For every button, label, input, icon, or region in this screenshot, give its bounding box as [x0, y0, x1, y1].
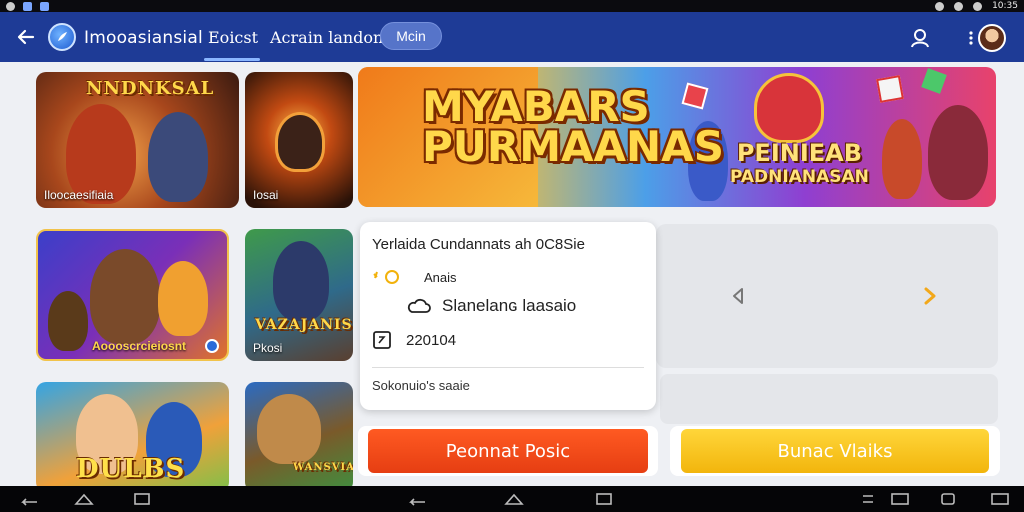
system-nav-bar	[0, 486, 1024, 512]
decor-cube-icon	[876, 75, 904, 103]
badge-icon	[205, 339, 219, 353]
panel-strip	[660, 374, 998, 424]
tab-acrain-landon[interactable]: Acrain landon	[270, 28, 383, 47]
game-tile[interactable]: NNDNKSAL Iloocaesifiaia	[36, 72, 239, 208]
banner-subtitle-line2: PADNIANASAN	[730, 167, 869, 187]
app-logo-icon	[48, 23, 76, 51]
character-figure	[257, 394, 321, 464]
game-logo: VAZAJANIS	[255, 317, 353, 333]
decor-cube-icon	[921, 68, 947, 94]
character-figure	[754, 73, 824, 143]
keyboard-icon[interactable]	[988, 490, 1012, 508]
promo-banner[interactable]: MYABARS PURMAANAS PEINIEAB PADNIANASAN	[358, 67, 996, 207]
character-figure	[158, 261, 208, 336]
game-tile[interactable]: WANSVIANA	[245, 382, 353, 486]
character-figure	[90, 249, 160, 344]
info-card-footer: Sokonuio's saaie	[372, 378, 470, 393]
secondary-action-button[interactable]: Bunac Vlaiks	[670, 426, 1000, 476]
info-row-status-label: Anais	[424, 269, 457, 285]
character-figure	[928, 105, 988, 200]
screen-icon[interactable]	[888, 490, 912, 508]
nav-recents-button[interactable]	[130, 490, 154, 508]
mask-figure	[275, 112, 325, 172]
nav-home-button[interactable]	[72, 490, 96, 508]
info-card-title: Yerlaida Cundannats ah 0C8Sie	[372, 236, 585, 253]
home-icon	[504, 493, 524, 505]
notification-icon	[6, 1, 15, 11]
chevron-right-icon	[924, 287, 936, 305]
app-title: Imooasiansial	[84, 28, 203, 48]
back-icon	[409, 498, 425, 506]
game-tile[interactable]: Aoooscrcieiosnt	[36, 229, 229, 361]
recents-icon	[134, 493, 150, 505]
carousel-next-button[interactable]	[918, 282, 942, 310]
battery-icon	[973, 1, 983, 11]
character-figure	[48, 291, 88, 351]
nav-back-button[interactable]	[404, 490, 428, 508]
recents-icon	[596, 493, 612, 505]
primary-action-label: Peonnat Posic	[368, 429, 648, 473]
tile-label: Iloocaesifiaia	[44, 188, 114, 202]
info-row-weather-label: Slanelanɢ laasaio	[442, 296, 577, 315]
main-content: NNDNKSAL Iloocaesifiaia Iosai Aoooscrcie…	[0, 62, 1024, 486]
banner-subtitle: PEINIEAB PADNIANASAN	[730, 141, 869, 189]
primary-action-button[interactable]: Peonnat Posic	[358, 426, 658, 476]
rotate-icon[interactable]	[936, 490, 960, 508]
mcin-button[interactable]: Mcin	[380, 22, 442, 50]
back-button[interactable]	[12, 23, 40, 51]
app-bar: Imooasiansial Eoicst Acrain landon Mcin	[0, 12, 1024, 62]
cloud-icon	[407, 298, 431, 313]
game-tile[interactable]: Iosai	[245, 72, 353, 208]
status-bar: 10:35	[0, 0, 1024, 12]
nav-back-button[interactable]	[16, 490, 40, 508]
secondary-action-label: Bunac Vlaiks	[681, 429, 989, 473]
back-icon	[21, 498, 37, 506]
info-card: Yerlaida Cundannats ah 0C8Sie Anais Slan…	[360, 222, 656, 410]
more-options-button[interactable]	[966, 24, 976, 52]
tab-eoicst[interactable]: Eoicst	[208, 28, 258, 47]
game-logo: NNDNKSAL	[86, 78, 215, 99]
tile-label: Pkosi	[253, 341, 283, 355]
character-figure	[273, 241, 329, 321]
home-icon	[74, 493, 94, 505]
tile-label: Iosai	[253, 188, 279, 202]
app-icon	[23, 1, 32, 11]
signal-icon	[935, 1, 945, 11]
calendar-icon	[373, 331, 391, 349]
game-logo: DULBS	[76, 454, 186, 484]
chevron-left-icon	[733, 288, 743, 304]
info-row-weather: Slanelanɢ laasaio	[406, 296, 576, 316]
app-icon	[40, 1, 49, 11]
menu-icon[interactable]	[856, 490, 880, 508]
info-row-date-label: 220104	[406, 331, 457, 349]
carousel-prev-button[interactable]	[726, 282, 750, 310]
info-row-status: Anais	[372, 268, 457, 286]
nav-home-button[interactable]	[502, 490, 526, 508]
wifi-icon	[954, 1, 964, 11]
banner-title: MYABARS PURMAANAS	[422, 82, 724, 171]
avatar[interactable]	[978, 24, 1006, 52]
action-buttons: Peonnat Posic Bunac Vlaiks	[358, 420, 1000, 486]
game-tile[interactable]: DULBS	[36, 382, 229, 486]
sparkle-refresh-icon	[373, 270, 399, 284]
user-icon	[911, 29, 929, 48]
info-row-date: 220104	[372, 330, 456, 350]
banner-title-line1: MYABARS	[422, 82, 650, 131]
character-figure	[882, 119, 922, 199]
game-tile[interactable]: VAZAJANIS Pkosi	[245, 229, 353, 361]
status-time: 10:35	[992, 1, 1018, 11]
banner-subtitle-line1: PEINIEAB	[736, 139, 863, 167]
profile-button[interactable]	[906, 24, 934, 52]
more-vert-icon	[969, 31, 973, 45]
tile-label: Aoooscrcieiosnt	[92, 339, 187, 353]
nav-recents-button[interactable]	[592, 490, 616, 508]
game-logo: WANSVIANA	[293, 462, 353, 473]
back-arrow-icon	[17, 29, 35, 45]
banner-title-line2: PURMAANAS	[422, 122, 724, 171]
active-tab-indicator	[204, 58, 260, 61]
divider	[372, 367, 644, 368]
carousel	[656, 224, 998, 368]
character-figure	[148, 112, 208, 202]
